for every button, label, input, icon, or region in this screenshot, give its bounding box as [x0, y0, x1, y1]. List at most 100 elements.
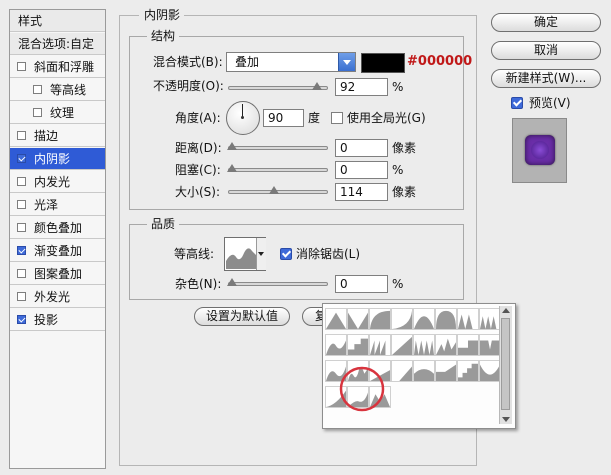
global-light-checkbox[interactable]: [331, 112, 343, 124]
style-item[interactable]: 纹理: [10, 102, 105, 124]
gaussian-contour-icon[interactable]: [413, 308, 435, 330]
scroll-down-icon[interactable]: [502, 417, 510, 422]
styles-header[interactable]: 样式: [10, 10, 105, 32]
style-item-checkbox[interactable]: [17, 315, 26, 324]
half-round-contour-icon[interactable]: [435, 308, 457, 330]
shadow-color-swatch[interactable]: [361, 53, 405, 73]
style-item[interactable]: 投影: [10, 309, 105, 331]
cone-contour-icon[interactable]: [325, 308, 347, 330]
choke-slider-thumb[interactable]: [227, 164, 237, 172]
opacity-input[interactable]: 92: [335, 78, 388, 96]
set-default-button[interactable]: 设置为默认值: [194, 307, 290, 326]
sawtooth-contour-icon[interactable]: [369, 334, 391, 356]
contour-presets-popup: [322, 303, 516, 429]
noise-slider[interactable]: [228, 282, 328, 286]
style-item-checkbox[interactable]: [17, 154, 26, 163]
angle-label: 角度(A):: [175, 111, 221, 125]
cone-inverted-contour-icon[interactable]: [347, 308, 369, 330]
opacity-slider-thumb[interactable]: [311, 82, 322, 90]
rounded-steps-contour-icon[interactable]: [347, 334, 369, 356]
style-item-checkbox[interactable]: [33, 85, 42, 94]
structure-title: 结构: [147, 29, 180, 43]
cove-shallow-contour-icon[interactable]: [391, 308, 413, 330]
blend-mode-select[interactable]: 叠加: [226, 52, 356, 72]
contour-label: 等高线:: [174, 247, 215, 261]
linear-contour-icon[interactable]: [391, 334, 413, 356]
stairs-contour-icon[interactable]: [457, 360, 479, 382]
distance-input[interactable]: 0: [335, 139, 388, 157]
style-item-label: 纹理: [50, 106, 75, 120]
style-item-label: 外发光: [34, 290, 71, 304]
style-item-checkbox[interactable]: [17, 177, 26, 186]
size-input[interactable]: 114: [335, 183, 388, 201]
dropdown-arrow-icon[interactable]: [338, 53, 355, 71]
angle-dial[interactable]: [226, 101, 260, 135]
style-item[interactable]: 外发光: [10, 286, 105, 308]
styles-header-label: 样式: [18, 14, 43, 28]
blend-options-item[interactable]: 混合选项:自定: [10, 33, 105, 55]
cove-deep-contour-icon[interactable]: [369, 308, 391, 330]
ring-double-contour-icon[interactable]: [479, 308, 501, 330]
style-item[interactable]: 光泽: [10, 194, 105, 216]
ledge-contour-icon[interactable]: [435, 360, 457, 382]
anti-alias-checkbox[interactable]: [280, 248, 292, 260]
style-item-label: 渐变叠加: [34, 244, 83, 258]
choke-slider[interactable]: [228, 168, 328, 172]
size-unit: 像素: [392, 185, 417, 199]
distance-unit: 像素: [392, 141, 417, 155]
style-item-checkbox[interactable]: [33, 108, 42, 117]
style-item[interactable]: 等高线: [10, 79, 105, 101]
style-item-label: 投影: [34, 313, 59, 327]
ring-triple-contour-icon[interactable]: [413, 334, 435, 356]
style-item[interactable]: 斜面和浮雕: [10, 56, 105, 78]
style-item-checkbox[interactable]: [17, 131, 26, 140]
choke-input[interactable]: 0: [335, 161, 388, 179]
noise-input[interactable]: 0: [335, 275, 388, 293]
distance-slider-thumb[interactable]: [227, 142, 237, 150]
quality-title: 品质: [147, 217, 180, 231]
noise-label: 杂色(N):: [175, 277, 222, 291]
style-item-checkbox[interactable]: [17, 292, 26, 301]
style-item-label: 内发光: [34, 175, 71, 189]
rolling-slope-contour-icon[interactable]: [325, 334, 347, 356]
style-item-checkbox[interactable]: [17, 223, 26, 232]
choke-unit: %: [392, 163, 404, 177]
blend-mode-label: 混合模式(B):: [153, 55, 223, 69]
scroll-thumb[interactable]: [501, 318, 510, 410]
ring-contour-icon[interactable]: [457, 308, 479, 330]
style-item[interactable]: 图案叠加: [10, 263, 105, 285]
size-slider-thumb[interactable]: [269, 186, 280, 194]
style-item-label: 光泽: [34, 198, 59, 212]
highlight-circle-icon: [339, 366, 385, 412]
peaks-contour-icon[interactable]: [435, 334, 457, 356]
cancel-button[interactable]: 取消: [491, 41, 601, 60]
style-item-checkbox[interactable]: [17, 269, 26, 278]
contour-popup-scrollbar[interactable]: [499, 306, 512, 424]
angle-input[interactable]: 90: [263, 109, 304, 127]
style-item-checkbox[interactable]: [17, 200, 26, 209]
valley-contour-icon[interactable]: [479, 360, 501, 382]
steps-contour-icon[interactable]: [457, 334, 479, 356]
style-item[interactable]: 颜色叠加: [10, 217, 105, 239]
contour-dropdown-arrow-icon[interactable]: [256, 238, 266, 270]
style-item-checkbox[interactable]: [17, 246, 26, 255]
ok-button[interactable]: 确定: [491, 13, 601, 32]
scroll-up-icon[interactable]: [502, 308, 510, 313]
preview-checkbox[interactable]: [511, 97, 523, 109]
distance-slider[interactable]: [228, 146, 328, 150]
noise-slider-thumb[interactable]: [227, 278, 237, 286]
style-item-label: 颜色叠加: [34, 221, 83, 235]
style-item[interactable]: 渐变叠加: [10, 240, 105, 262]
contour-picker[interactable]: [224, 237, 266, 271]
style-item[interactable]: 描边: [10, 125, 105, 147]
new-style-button[interactable]: 新建样式(W)...: [491, 69, 601, 88]
style-item-checkbox[interactable]: [17, 62, 26, 71]
opacity-label: 不透明度(O):: [153, 79, 224, 93]
preview-swatch: [525, 135, 555, 165]
style-item[interactable]: 内发光: [10, 171, 105, 193]
notch-contour-icon[interactable]: [479, 334, 501, 356]
style-item[interactable]: 内阴影: [10, 148, 105, 170]
slope-contour-icon[interactable]: [391, 360, 413, 382]
bump-contour-icon[interactable]: [413, 360, 435, 382]
size-label: 大小(S):: [175, 185, 221, 199]
